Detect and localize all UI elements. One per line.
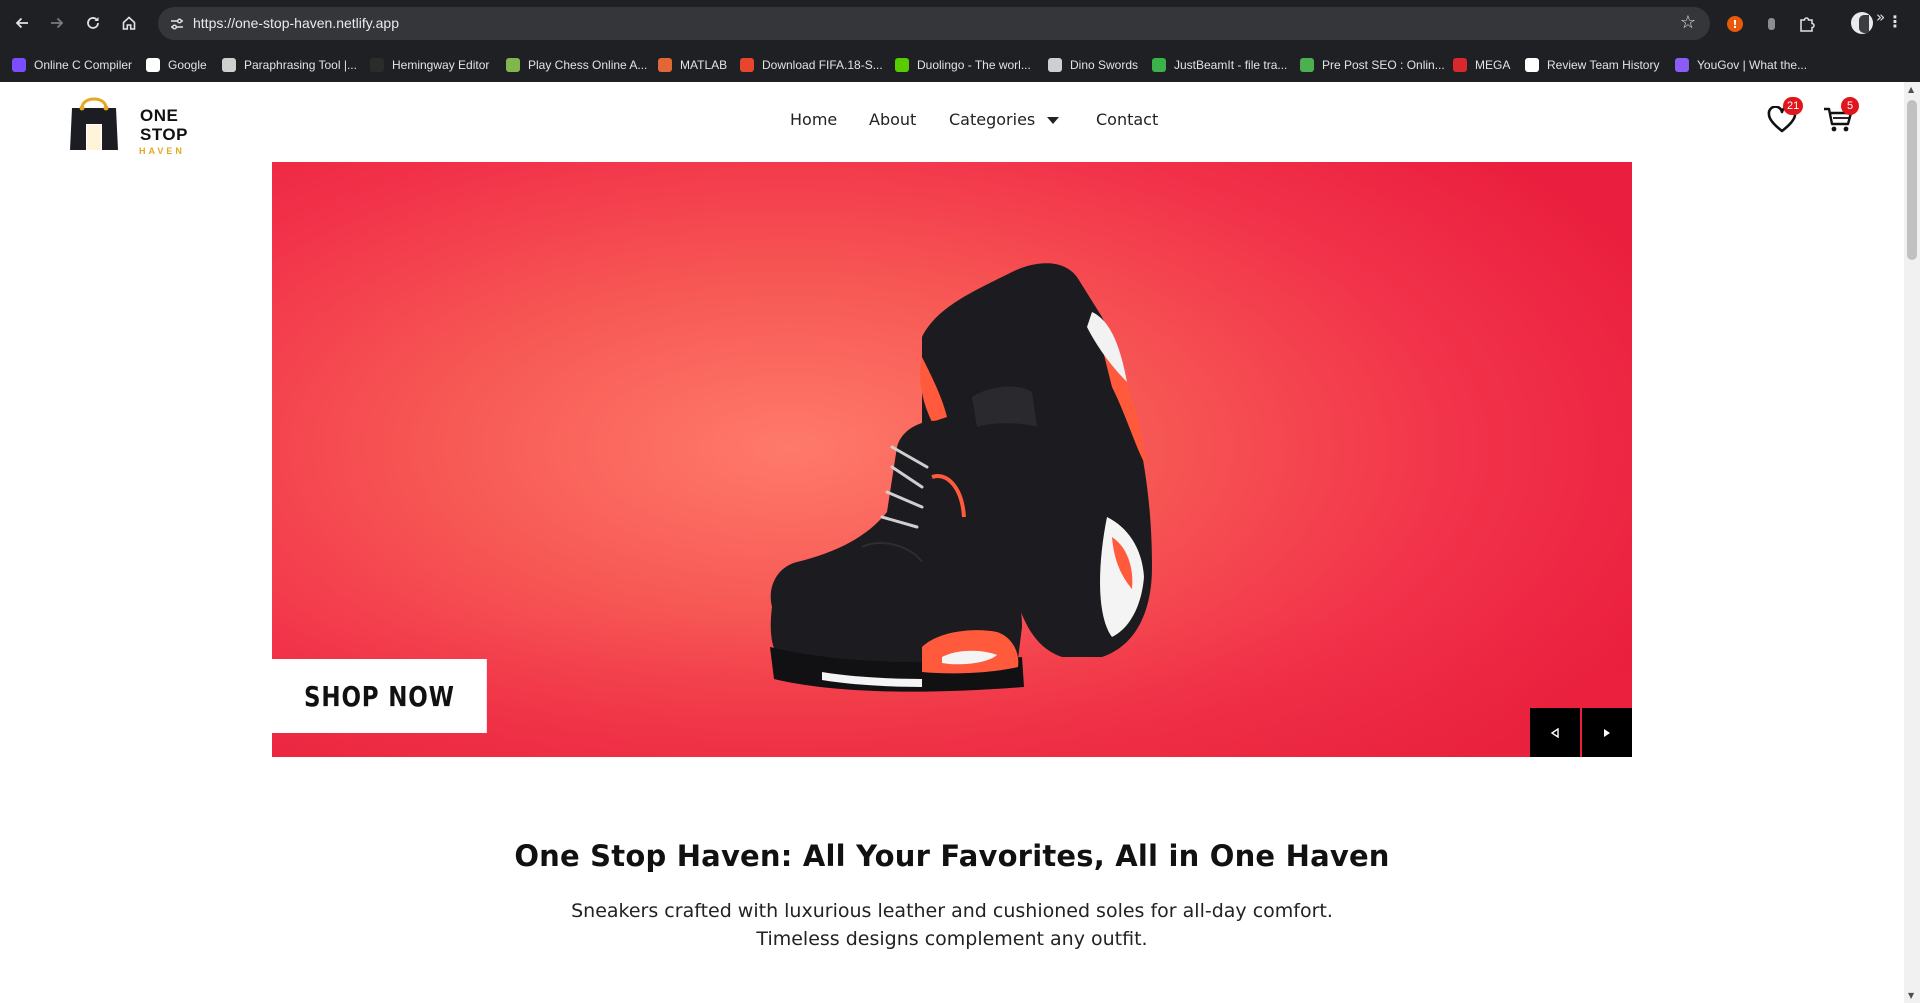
- quill-icon: [222, 58, 236, 72]
- cart-count-badge: 5: [1841, 97, 1859, 115]
- bookmark-label: Play Chess Online A...: [528, 58, 648, 72]
- shop-now-button[interactable]: SHOP NOW: [272, 659, 487, 733]
- browser-menu-icon[interactable]: ⋮: [1887, 12, 1903, 31]
- bookmark-label: Hemingway Editor: [392, 58, 490, 72]
- nav-about-link[interactable]: About: [869, 110, 916, 129]
- bookmark-label: Paraphrasing Tool |...: [244, 58, 357, 72]
- triangle-left-icon: [1550, 727, 1559, 738]
- extension-icon[interactable]: [1759, 12, 1783, 36]
- bookmark-item[interactable]: Review Team History: [1525, 56, 1659, 74]
- bookmark-label: Dino Swords: [1070, 58, 1139, 72]
- compiler-icon: [12, 58, 26, 72]
- site-info-icon[interactable]: [166, 13, 188, 35]
- seo-icon: [1300, 58, 1314, 72]
- home-button[interactable]: [116, 10, 142, 36]
- bookmark-item[interactable]: YouGov | What the...: [1675, 56, 1807, 74]
- hemingway-icon: [370, 58, 384, 72]
- beam-icon: [1152, 58, 1166, 72]
- scroll-down-icon[interactable]: ▼: [1908, 991, 1914, 1000]
- scrollbar-thumb[interactable]: [1907, 100, 1917, 260]
- bookmark-item[interactable]: Online C Compiler: [12, 56, 132, 74]
- bookmark-label: Online C Compiler: [34, 58, 133, 72]
- back-button[interactable]: [9, 10, 35, 36]
- intro-line-two: Timeless designs complement any outfit.: [756, 928, 1148, 950]
- browser-toolbar: https://one-stop-haven.netlify.app ☆ ! ⋮: [0, 0, 1920, 47]
- review-icon: [1525, 58, 1539, 72]
- reload-button[interactable]: [80, 10, 106, 36]
- bookmark-item[interactable]: Dino Swords: [1048, 56, 1138, 74]
- nav-home-link[interactable]: Home: [790, 110, 837, 129]
- caret-down-icon: [1047, 116, 1060, 124]
- page-scrollbar[interactable]: ▲ ▼: [1904, 82, 1920, 1003]
- intro-description: Sneakers crafted with luxurious leather …: [0, 897, 1904, 953]
- nav-contact-link[interactable]: Contact: [1096, 110, 1158, 129]
- bookmark-label: Duolingo - The worl...: [917, 58, 1031, 72]
- site-logo[interactable]: ONE STOP HAVEN: [68, 94, 198, 156]
- bookmark-item[interactable]: MATLAB: [658, 56, 727, 74]
- bookmark-label: MATLAB: [680, 58, 728, 72]
- logo-line-two: STOP: [140, 125, 188, 144]
- google-icon: [146, 58, 160, 72]
- more-bookmarks-icon[interactable]: »: [1876, 8, 1885, 26]
- hero-carousel: SHOP NOW: [272, 162, 1632, 757]
- bookmark-item[interactable]: Pre Post SEO : Onlin...: [1300, 56, 1445, 74]
- carousel-prev-button[interactable]: [1530, 708, 1580, 757]
- bookmark-item[interactable]: Hemingway Editor: [370, 56, 489, 74]
- wishlist-button[interactable]: 21: [1767, 97, 1804, 138]
- sword-icon: [1048, 58, 1062, 72]
- bookmark-star-icon[interactable]: ☆: [1680, 12, 1696, 33]
- bookmarks-bar: Online C Compiler Google Paraphrasing Tool…: [0, 47, 1920, 82]
- logo-line-one: ONE: [140, 106, 179, 125]
- bookmark-label: Download FIFA.18-S...: [762, 58, 883, 72]
- arrow-right-icon: [51, 17, 64, 29]
- bookmark-label: Google: [168, 58, 207, 72]
- bookmark-item[interactable]: Duolingo - The worl...: [895, 56, 1031, 74]
- profile-avatar[interactable]: [1851, 12, 1873, 34]
- url-text[interactable]: https://one-stop-haven.netlify.app: [193, 15, 399, 31]
- yougov-icon: [1675, 58, 1689, 72]
- mega-icon: [1453, 58, 1467, 72]
- arrow-left-icon: [15, 17, 28, 29]
- bookmark-item[interactable]: MEGA: [1453, 56, 1510, 74]
- triangle-right-icon: [1604, 728, 1610, 737]
- page-viewport: ONE STOP HAVEN Home About Categories Con…: [0, 82, 1920, 1003]
- sneakers-product-image: [770, 263, 1152, 692]
- bookmark-label: Pre Post SEO : Onlin...: [1322, 58, 1445, 72]
- bookmark-item[interactable]: JustBeamIt - file tra...: [1152, 56, 1287, 74]
- bookmark-label: Review Team History: [1547, 58, 1660, 72]
- intro-line-one: Sneakers crafted with luxurious leather …: [571, 900, 1333, 922]
- bookmark-label: MEGA: [1475, 58, 1511, 72]
- bookmark-label: YouGov | What the...: [1697, 58, 1808, 72]
- scroll-up-icon[interactable]: ▲: [1908, 85, 1914, 94]
- browser-chrome: https://one-stop-haven.netlify.app ☆ ! ⋮…: [0, 0, 1920, 82]
- shopping-bag-logo-icon: [70, 97, 118, 150]
- site-header: ONE STOP HAVEN Home About Categories Con…: [0, 82, 1904, 160]
- cart-button[interactable]: 5: [1823, 97, 1859, 138]
- bookmark-label: JustBeamIt - file tra...: [1174, 58, 1288, 72]
- home-icon: [122, 16, 136, 30]
- nav-categories-label: Categories: [949, 110, 1036, 129]
- wishlist-count-badge: 21: [1783, 97, 1804, 115]
- chess-pawn-icon: [506, 58, 520, 72]
- bookmark-item[interactable]: Download FIFA.18-S...: [740, 56, 883, 74]
- matlab-icon: [658, 58, 672, 72]
- x-icon: [740, 58, 754, 72]
- forward-button[interactable]: [44, 10, 70, 36]
- bookmark-item[interactable]: Paraphrasing Tool |...: [222, 56, 357, 74]
- duolingo-icon: [895, 58, 909, 72]
- logo-wordmark: ONE STOP: [140, 106, 188, 144]
- logo-subtitle: HAVEN: [139, 146, 185, 156]
- extensions-puzzle-icon[interactable]: [1795, 12, 1819, 36]
- address-bar[interactable]: https://one-stop-haven.netlify.app ☆: [158, 7, 1710, 40]
- carousel-next-button[interactable]: [1582, 708, 1632, 757]
- bookmark-item[interactable]: Google: [146, 56, 207, 74]
- extension-alert-icon[interactable]: !: [1723, 12, 1747, 36]
- reload-icon: [87, 17, 99, 29]
- bookmark-item[interactable]: Play Chess Online A...: [506, 56, 647, 74]
- nav-categories-dropdown[interactable]: Categories: [949, 110, 1060, 129]
- intro-heading: One Stop Haven: All Your Favorites, All …: [514, 839, 1390, 873]
